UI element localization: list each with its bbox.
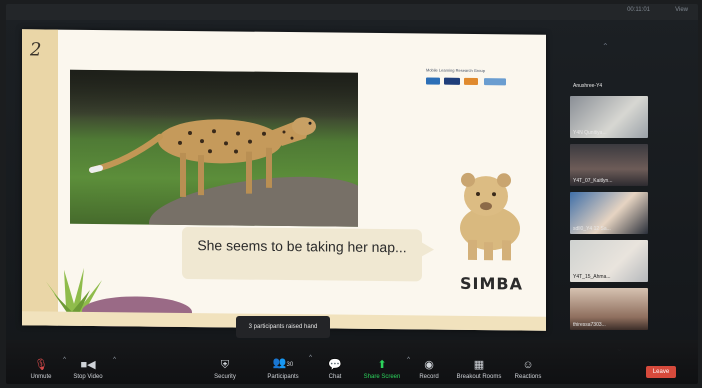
breakout-rooms-icon: ▦ <box>473 359 485 371</box>
muted-mic-icon: 🎙 <box>34 359 48 371</box>
unmute-label: Unmute <box>30 374 52 380</box>
stop-video-label: Stop Video <box>73 374 103 380</box>
security-label: Security <box>214 374 236 380</box>
logo-2 <box>444 77 460 85</box>
reactions-button[interactable]: ☺ Reactions <box>512 359 544 380</box>
chevron-up-icon[interactable]: ^ <box>407 357 410 363</box>
chevron-up-icon[interactable]: ^ <box>309 355 312 361</box>
lion-name-label: SIMBA <box>460 273 523 294</box>
participants-label: Participants <box>267 374 299 380</box>
record-button[interactable]: ◉ Record <box>416 359 442 380</box>
share-screen-icon: ⬆ <box>377 359 387 371</box>
chevron-up-icon[interactable]: ^ <box>63 357 66 363</box>
participant-tile[interactable]: Anushree-Y4 <box>570 80 648 90</box>
participant-name: Y4T_15_Ahma... <box>573 274 611 280</box>
lion-cub-image <box>440 162 532 263</box>
participant-tile[interactable]: sdll0_Y4 12 Sa... <box>570 192 648 234</box>
raised-hand-notification[interactable]: 3 participants raised hand <box>236 316 330 338</box>
gallery-up-arrow-icon[interactable]: ⌃ <box>602 42 609 51</box>
caption-text: She seems to be taking her nap... <box>197 237 407 256</box>
meeting-timer: 00:11:01 <box>627 7 650 13</box>
participant-tile[interactable]: Y4N Qunitiya... <box>570 96 648 138</box>
caption-bubble: She seems to be taking her nap... <box>182 226 434 282</box>
participant-name: Anushree-Y4 <box>573 83 603 89</box>
unmute-button[interactable]: 🎙 Unmute ^ <box>24 357 66 380</box>
leave-button[interactable]: Leave <box>646 366 676 378</box>
share-screen-button[interactable]: ⬆ Share Screen ^ <box>362 357 410 380</box>
meeting-toolbar: 🎙 Unmute ^ ■◀ Stop Video ^ ⛨ Security 👥3… <box>6 340 698 384</box>
participant-name: sdll0_Y4 12 Sa... <box>573 226 611 232</box>
chat-bubble-icon: 💬 <box>328 359 342 371</box>
logo-1 <box>426 77 440 85</box>
participant-tile[interactable]: Y4T_07_Kaitlyn... <box>570 144 648 186</box>
reactions-icon: ☺ <box>522 359 534 371</box>
slide-number: 2 <box>30 39 42 61</box>
participants-count: 30 <box>286 362 294 368</box>
chat-button[interactable]: 💬 Chat <box>324 359 346 380</box>
share-screen-label: Share Screen <box>363 374 401 380</box>
record-label: Record <box>419 374 439 380</box>
logo-4 <box>484 78 506 86</box>
chat-label: Chat <box>328 374 342 380</box>
logo-org-text: Mobile Learning Research Group <box>426 67 485 74</box>
participants-icon: 👥30 <box>272 357 294 369</box>
chevron-up-icon[interactable]: ^ <box>113 357 116 363</box>
security-button[interactable]: ⛨ Security <box>210 359 240 380</box>
record-icon: ◉ <box>424 359 434 371</box>
participant-tile[interactable]: Y4T_15_Ahma... <box>570 240 648 282</box>
cheetah-photo <box>70 69 358 227</box>
breakout-rooms-label: Breakout Rooms <box>456 374 502 380</box>
stop-video-button[interactable]: ■◀ Stop Video ^ <box>68 357 116 380</box>
participant-gallery: Anushree-Y4 Y4N Qunitiya... Y4T_07_Kaitl… <box>570 80 656 336</box>
zoom-window: 00:11:01 View 2 Mobile Learning Research… <box>6 4 698 384</box>
shield-icon: ⛨ <box>220 359 230 371</box>
participant-name: Y4T_07_Kaitlyn... <box>573 178 613 184</box>
view-button[interactable]: View <box>675 7 688 13</box>
breakout-rooms-button[interactable]: ▦ Breakout Rooms <box>454 359 504 380</box>
participant-name: thiressa7303... <box>573 322 606 328</box>
participant-tile[interactable]: thiressa7303... <box>570 288 648 330</box>
top-bar: 00:11:01 View <box>6 4 698 20</box>
participants-button[interactable]: 👥30 Participants ^ <box>262 355 312 380</box>
cheetah-illustration <box>89 117 316 197</box>
logo-3 <box>464 77 478 86</box>
video-camera-icon: ■◀ <box>80 359 96 371</box>
reactions-label: Reactions <box>514 374 542 380</box>
shared-screen-slide: 2 Mobile Learning Research Group She see… <box>22 29 546 331</box>
partner-logos: Mobile Learning Research Group <box>426 67 518 94</box>
participant-name: Y4N Qunitiya... <box>573 130 607 136</box>
